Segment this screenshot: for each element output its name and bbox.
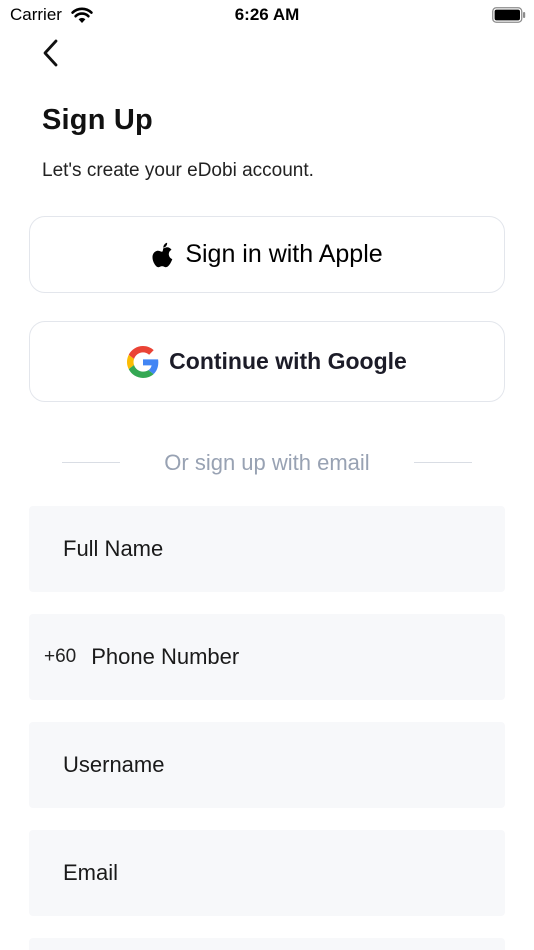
phone-number-field[interactable]: +60 Phone Number (29, 614, 505, 700)
page-subtitle: Let's create your eDobi account. (42, 160, 314, 181)
apple-icon (151, 241, 175, 269)
country-code[interactable]: +60 (44, 646, 76, 668)
email-field[interactable]: Email (29, 830, 505, 916)
username-field[interactable]: Username (29, 722, 505, 808)
status-time: 6:26 AM (234, 5, 300, 24)
google-button-label: Continue with Google (169, 348, 407, 374)
battery-icon (492, 7, 526, 23)
username-placeholder: Username (63, 752, 165, 777)
phone-number-placeholder: Phone Number (91, 644, 240, 669)
sign-up-screen: Carrier 6:26 AM Sign Up Let's create you (0, 0, 534, 950)
continue-with-google-button[interactable]: Continue with Google (29, 321, 505, 402)
back-button[interactable] (34, 38, 68, 72)
full-name-placeholder: Full Name (63, 536, 164, 561)
full-name-field[interactable]: Full Name (29, 506, 505, 592)
google-icon (127, 345, 159, 378)
sign-in-with-apple-button[interactable]: Sign in with Apple (29, 216, 505, 293)
status-bar: Carrier 6:26 AM (0, 0, 534, 30)
divider-line-left (62, 462, 120, 463)
apple-button-label: Sign in with Apple (185, 240, 383, 268)
next-field-partial[interactable] (29, 938, 505, 950)
email-placeholder: Email (63, 860, 119, 885)
chevron-left-icon (41, 38, 61, 73)
page-title: Sign Up (42, 104, 153, 136)
divider-line-right (414, 462, 472, 463)
divider-text: Or sign up with email (164, 450, 370, 475)
